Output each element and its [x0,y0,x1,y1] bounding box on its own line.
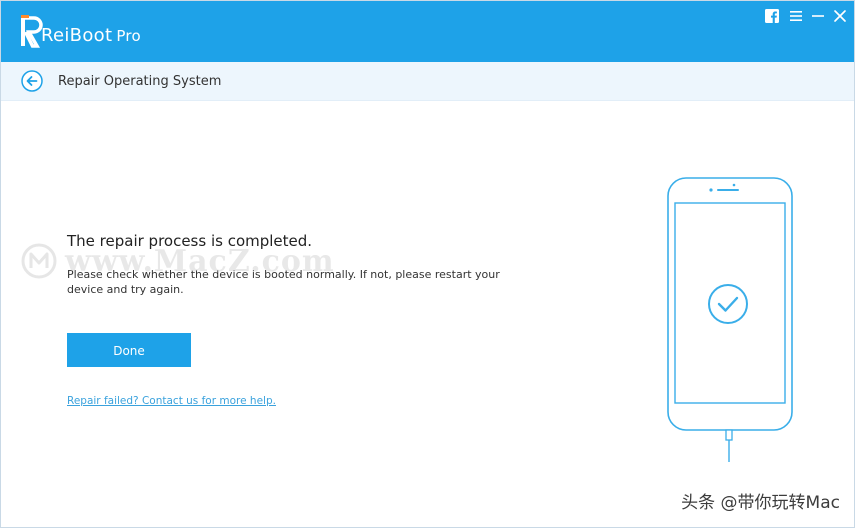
completion-heading: The repair process is completed. [67,232,313,250]
minimize-icon[interactable] [810,8,826,24]
page-title: Repair Operating System [58,74,222,89]
app-edition: Pro [116,27,142,45]
toutiao-watermark: 头条 @带你玩转Mac [681,493,840,513]
menu-icon[interactable] [788,8,804,24]
app-name: ReiBoot [41,25,113,46]
phone-illustration [667,177,793,462]
facebook-icon[interactable] [764,8,780,24]
done-button[interactable]: Done [67,333,191,367]
app-window: ReiBoot Pro Repair Operating System The r… [0,0,855,528]
title-bar: ReiBoot Pro [1,1,854,62]
arrow-left-icon [21,70,43,92]
close-icon[interactable] [832,8,848,24]
app-title: ReiBoot Pro [41,25,141,46]
completion-description: Please check whether the device is boote… [67,268,500,296]
macz-logo-icon [21,243,57,279]
repair-help-link[interactable]: Repair failed? Contact us for more help. [67,395,276,407]
back-button[interactable] [21,70,43,92]
header-bar: Repair Operating System [1,62,854,101]
